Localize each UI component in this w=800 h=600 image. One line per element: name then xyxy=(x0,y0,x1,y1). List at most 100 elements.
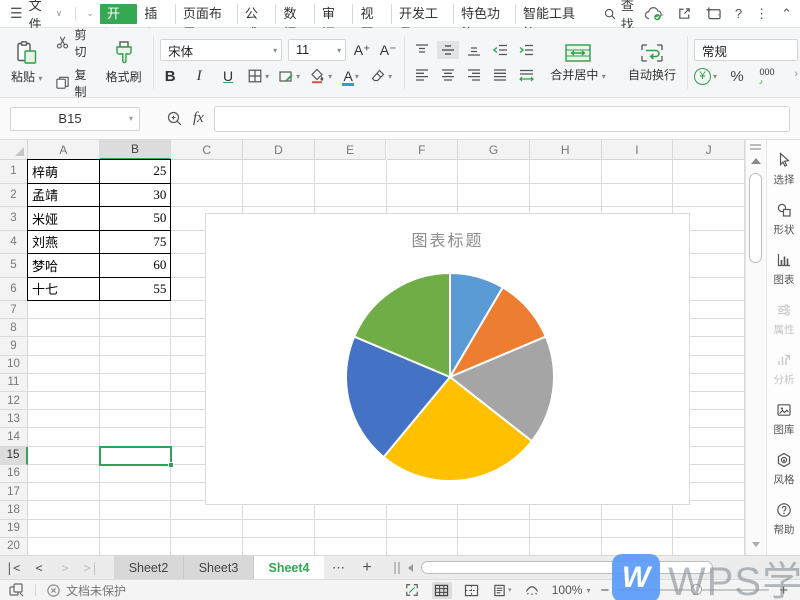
zoom-slider-knob[interactable] xyxy=(691,584,703,595)
font-name-select[interactable]: 宋体 ▾ xyxy=(160,39,283,61)
ribbon-tab-数据[interactable]: 数据 xyxy=(275,3,314,41)
align-left-button[interactable] xyxy=(411,66,433,84)
wrap-text-button[interactable]: 自动换行 xyxy=(623,42,681,83)
column-header-J[interactable]: J xyxy=(673,140,745,160)
ribbon-tab-公式[interactable]: 公式 xyxy=(236,3,276,41)
row-header-15[interactable]: 15 xyxy=(0,446,28,465)
cell-A6[interactable]: 十七 xyxy=(27,276,100,301)
merge-center-button[interactable]: 合并居中 ▾ xyxy=(547,42,609,83)
column-header-I[interactable]: I xyxy=(601,140,674,160)
row-header-9[interactable]: 9 xyxy=(0,337,28,356)
sheet-manager-icon[interactable] xyxy=(8,582,25,598)
row-header-1[interactable]: 1 xyxy=(0,160,28,184)
cell-A1[interactable]: 梓萌 xyxy=(27,159,100,184)
zoom-formula-icon[interactable] xyxy=(166,110,183,127)
cell-B2[interactable]: 30 xyxy=(98,182,172,207)
sheet-tab-Sheet3[interactable]: Sheet3 xyxy=(184,556,254,579)
decrease-font-button[interactable]: A⁻ xyxy=(378,40,398,60)
align-bottom-button[interactable] xyxy=(463,41,485,59)
horizontal-scroll-thumb[interactable] xyxy=(421,561,713,574)
currency-button[interactable]: ¥ ▾ xyxy=(694,66,717,86)
scroll-left-icon[interactable] xyxy=(408,563,413,572)
ribbon-tab-页面布局[interactable]: 页面布局 xyxy=(174,3,237,41)
ribbon-tab-视图[interactable]: 视图 xyxy=(352,3,391,41)
fill-color-button[interactable]: ▾ xyxy=(309,66,332,86)
sheet-tab-Sheet4[interactable]: Sheet4 xyxy=(254,556,324,579)
column-header-A[interactable]: A xyxy=(28,140,100,160)
zoom-in-button[interactable]: + xyxy=(779,582,788,599)
hamburger-menu-icon[interactable]: ☰ xyxy=(10,5,23,22)
eraser-button[interactable]: ▾ xyxy=(370,66,392,86)
prev-sheet-icon[interactable]: < xyxy=(26,556,52,579)
align-top-button[interactable] xyxy=(411,41,433,59)
zoom-slider[interactable] xyxy=(619,584,770,595)
page-break-view-icon[interactable] xyxy=(462,582,482,599)
row-header-20[interactable]: 20 xyxy=(0,537,28,556)
sidebar-item-形状[interactable]: 形状 xyxy=(767,202,800,237)
sidebar-item-风格[interactable]: 风格 xyxy=(767,452,800,487)
column-header-B[interactable]: B xyxy=(99,140,172,160)
column-header-D[interactable]: D xyxy=(243,140,315,160)
cell-B3[interactable]: 50 xyxy=(98,206,172,231)
next-sheet-icon[interactable]: > xyxy=(52,556,78,579)
eye-protection-icon[interactable] xyxy=(522,582,542,599)
zoom-level-label[interactable]: 100% xyxy=(552,583,583,597)
cell-B5[interactable]: 60 xyxy=(98,253,172,278)
italic-button[interactable]: I xyxy=(189,66,209,86)
sidebar-item-选择[interactable]: 选择 xyxy=(767,152,800,187)
justify-button[interactable] xyxy=(489,66,511,84)
name-box[interactable]: B15 ▾ xyxy=(10,106,140,131)
ribbon-overflow-icon[interactable]: › xyxy=(794,68,798,80)
percent-button[interactable]: % xyxy=(727,66,747,86)
ribbon-tab-审阅[interactable]: 审阅 xyxy=(313,3,353,41)
zoom-dropdown-icon[interactable]: ▾ xyxy=(586,586,590,595)
increase-indent-button[interactable] xyxy=(515,41,537,59)
collapse-ribbon-icon[interactable]: ⌃ xyxy=(781,6,792,22)
row-header-7[interactable]: 7 xyxy=(0,301,28,320)
ribbon-tab-插入[interactable]: 插入 xyxy=(137,4,175,41)
align-right-button[interactable] xyxy=(463,66,485,84)
share-icon[interactable] xyxy=(677,6,692,21)
cell-A4[interactable]: 刘燕 xyxy=(27,229,100,254)
cell-B6[interactable]: 55 xyxy=(98,276,172,301)
cell-B1[interactable]: 25 xyxy=(98,159,172,184)
row-header-11[interactable]: 11 xyxy=(0,373,28,393)
row-header-4[interactable]: 4 xyxy=(0,230,28,254)
page-layout-view-icon[interactable]: ▾ xyxy=(492,582,512,599)
thousand-separator-button[interactable]: 000 ٫ xyxy=(757,66,777,86)
column-header-E[interactable]: E xyxy=(314,140,387,160)
sidebar-item-图表[interactable]: 图表 xyxy=(767,252,800,287)
row-header-19[interactable]: 19 xyxy=(0,519,28,538)
vertical-scroll-thumb[interactable] xyxy=(749,173,762,263)
row-header-12[interactable]: 12 xyxy=(0,392,28,411)
bold-button[interactable]: B xyxy=(160,66,180,86)
row-header-10[interactable]: 10 xyxy=(0,355,28,374)
row-header-14[interactable]: 14 xyxy=(0,428,28,447)
h-split-handle-icon[interactable] xyxy=(394,561,400,574)
increase-font-button[interactable]: A⁺ xyxy=(352,40,372,60)
number-format-select[interactable]: 常规 xyxy=(694,39,799,61)
pie-chart-object[interactable]: 图表标题 xyxy=(205,213,690,505)
quickbar-chevron-icon[interactable]: ⌄ xyxy=(86,8,94,19)
insert-function-button[interactable]: fx xyxy=(193,110,204,127)
ribbon-tab-开发工具[interactable]: 开发工具 xyxy=(390,3,453,41)
fit-selection-icon[interactable] xyxy=(402,582,422,599)
split-handle-icon[interactable] xyxy=(750,144,761,150)
row-header-16[interactable]: 16 xyxy=(0,464,28,484)
row-header-13[interactable]: 13 xyxy=(0,410,28,429)
scroll-down-icon[interactable] xyxy=(752,542,760,547)
cell-B4[interactable]: 75 xyxy=(98,229,172,254)
align-middle-button[interactable] xyxy=(437,41,460,59)
column-header-C[interactable]: C xyxy=(171,140,244,160)
vertical-scrollbar[interactable] xyxy=(745,140,765,555)
row-header-3[interactable]: 3 xyxy=(0,207,28,231)
underline-button[interactable]: U xyxy=(218,66,238,86)
row-header-6[interactable]: 6 xyxy=(0,277,28,301)
first-sheet-icon[interactable]: |< xyxy=(0,556,26,579)
select-all-corner[interactable] xyxy=(0,140,28,160)
help-menu-icon[interactable]: ? xyxy=(735,6,742,21)
sheet-list-button[interactable]: ⋯ xyxy=(324,556,354,579)
last-sheet-icon[interactable]: >| xyxy=(78,556,104,579)
sidebar-item-图库[interactable]: 图库 xyxy=(767,402,800,437)
ribbon-tab-特色功能[interactable]: 特色功能 xyxy=(453,3,515,41)
